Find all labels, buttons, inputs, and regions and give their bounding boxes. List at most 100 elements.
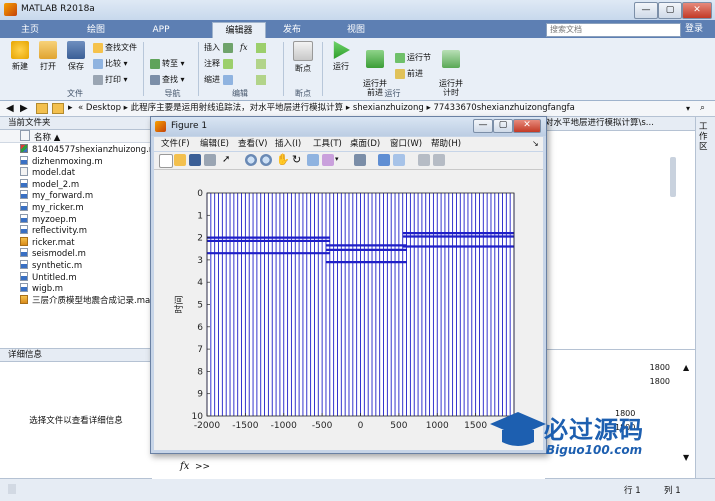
scroll-down-icon[interactable]: ▼: [683, 453, 689, 462]
browse-folder-icon[interactable]: [52, 103, 64, 114]
tab-plots[interactable]: 绘图: [72, 22, 120, 38]
insert-button[interactable]: 插入: [204, 42, 235, 54]
menu-help[interactable]: 帮助(H): [431, 137, 461, 151]
compare-button[interactable]: 比较 ▾: [93, 58, 128, 70]
legend-icon[interactable]: [393, 154, 405, 166]
data-cursor-icon[interactable]: [307, 154, 319, 166]
figure-menu-bar: 文件(F) 编辑(E) 查看(V) 插入(I) 工具(T) 桌面(D) 窗口(W…: [154, 137, 543, 151]
print-button[interactable]: 打印 ▾: [93, 74, 128, 86]
print-figure-icon[interactable]: [204, 154, 216, 166]
search-documentation-input[interactable]: 搜索文档: [546, 23, 681, 37]
edit-extra-icon[interactable]: [256, 43, 266, 53]
comment-button[interactable]: 注释: [204, 58, 235, 70]
menu-tools[interactable]: 工具(T): [313, 137, 342, 151]
x-tick-label: -2000: [194, 421, 220, 431]
file-list-item[interactable]: model_2.m: [0, 178, 152, 191]
zoom-in-icon[interactable]: [245, 154, 257, 166]
panel-divider: [545, 349, 695, 350]
breakpoints-button[interactable]: 断点: [287, 41, 319, 74]
y-tick-label: 3: [197, 256, 203, 266]
folder-up-icon[interactable]: [36, 103, 48, 114]
file-list-item[interactable]: wigb.m: [0, 283, 152, 295]
archive-file-icon: [20, 144, 28, 153]
run-and-time-button[interactable]: 运行并 计时: [434, 41, 468, 97]
menu-edit[interactable]: 编辑(E): [200, 137, 229, 151]
file-name: my_ricker.m: [32, 203, 84, 213]
dock-arrow-icon[interactable]: ↘: [532, 137, 539, 151]
file-list-item[interactable]: my_ricker.m: [0, 202, 152, 214]
maximize-button[interactable]: ▢: [658, 2, 682, 19]
save-button[interactable]: 保存: [60, 41, 92, 72]
file-list-item[interactable]: myzoep.m: [0, 213, 152, 226]
save-figure-icon[interactable]: [189, 154, 201, 166]
tab-apps[interactable]: APP: [137, 22, 185, 38]
file-list-item[interactable]: synthetic.m: [0, 260, 152, 272]
brush-icon[interactable]: [322, 154, 334, 166]
find-button[interactable]: 查找 ▾: [150, 74, 185, 86]
workspace-side-tab[interactable]: 工作区: [695, 117, 715, 478]
menu-file[interactable]: 文件(F): [161, 137, 190, 151]
breadcrumb-current[interactable]: 77433670shexianzhuizongfangfa: [433, 103, 574, 113]
new-figure-icon[interactable]: [159, 154, 173, 168]
link-plot-icon[interactable]: [354, 154, 366, 166]
forward-arrow-icon[interactable]: ▶: [20, 103, 28, 114]
rotate-3d-icon[interactable]: ↻: [292, 153, 301, 166]
file-list-item[interactable]: reflectivity.m: [0, 225, 152, 237]
breadcrumb-shexianzhuizong[interactable]: shexianzhuizong: [353, 103, 424, 113]
y-axis-label: 时间: [173, 295, 185, 313]
fx-button[interactable]: fx: [240, 42, 247, 54]
advance-button[interactable]: 前进: [395, 68, 423, 80]
figure-close-button[interactable]: ✕: [513, 119, 541, 133]
edit-extra-icon[interactable]: [256, 75, 266, 85]
goto-button[interactable]: 转至 ▾: [150, 58, 185, 70]
dropdown-icon[interactable]: ▾: [686, 103, 690, 114]
menu-insert[interactable]: 插入(I): [275, 137, 301, 151]
sign-in-button[interactable]: 登录: [684, 22, 704, 36]
close-button[interactable]: ✕: [682, 2, 712, 19]
name-column-label: 名称 ▲: [34, 133, 61, 143]
indent-button[interactable]: 缩进: [204, 74, 235, 86]
scrollbar-thumb[interactable]: [670, 157, 676, 197]
menu-view[interactable]: 查看(V): [238, 137, 267, 151]
tab-publish[interactable]: 发布: [268, 22, 316, 38]
breadcrumb: « Desktop ▸ 此程序主要是运用射线追踪法，对水平地层进行模拟计算 ▸ …: [78, 103, 575, 113]
figure-maximize-button[interactable]: ▢: [493, 119, 513, 133]
fx-icon[interactable]: fx: [180, 461, 189, 472]
file-list-item[interactable]: dizhenmoxing.m: [0, 155, 152, 168]
figure-minimize-button[interactable]: —: [473, 119, 493, 133]
minimize-button[interactable]: —: [634, 2, 658, 19]
file-list-item[interactable]: Untitled.m: [0, 271, 152, 284]
brush-dropdown-icon[interactable]: ▾: [335, 155, 339, 163]
file-name: model.dat: [32, 168, 76, 179]
run-section-button[interactable]: 运行节: [395, 52, 431, 64]
breadcrumb-desktop[interactable]: Desktop: [86, 103, 121, 113]
y-tick-label: 9: [197, 390, 203, 400]
zoom-out-icon[interactable]: [260, 154, 272, 166]
file-list-item[interactable]: seismodel.m: [0, 248, 152, 260]
tab-view[interactable]: 视图: [332, 22, 380, 38]
run-button[interactable]: 运行: [325, 41, 357, 72]
hide-plot-tools-icon[interactable]: [418, 154, 430, 166]
tab-home[interactable]: 主页: [6, 22, 54, 38]
menu-desktop[interactable]: 桌面(D): [350, 137, 380, 151]
pan-hand-icon[interactable]: ✋: [276, 153, 290, 166]
breadcrumb-project[interactable]: 此程序主要是运用射线追踪法，对水平地层进行模拟计算: [131, 103, 344, 113]
open-file-icon[interactable]: [174, 154, 186, 166]
find-files-button[interactable]: 查找文件: [93, 42, 137, 54]
scroll-up-icon[interactable]: ▲: [683, 363, 689, 372]
y-tick-label: 1: [197, 211, 203, 221]
colorbar-icon[interactable]: [378, 154, 390, 166]
search-icon[interactable]: ⌕: [700, 103, 705, 114]
name-column-header[interactable]: 名称 ▲: [0, 130, 152, 143]
file-list-item[interactable]: ricker.mat: [0, 236, 152, 249]
cursor-arrow-icon[interactable]: ➚: [222, 154, 230, 165]
tab-editor[interactable]: 编辑器: [212, 22, 266, 39]
file-list-item[interactable]: model.dat: [0, 167, 152, 179]
show-plot-tools-icon[interactable]: [433, 154, 445, 166]
edit-extra-icon[interactable]: [256, 59, 266, 69]
file-list-item[interactable]: 三层介质模型地震合成记录.mat: [0, 294, 152, 307]
back-arrow-icon[interactable]: ◀: [6, 103, 14, 114]
file-list-item[interactable]: 81404577shexianzhuizong.rar: [0, 144, 152, 156]
file-list-item[interactable]: my_forward.m: [0, 190, 152, 202]
menu-window[interactable]: 窗口(W): [390, 137, 422, 151]
